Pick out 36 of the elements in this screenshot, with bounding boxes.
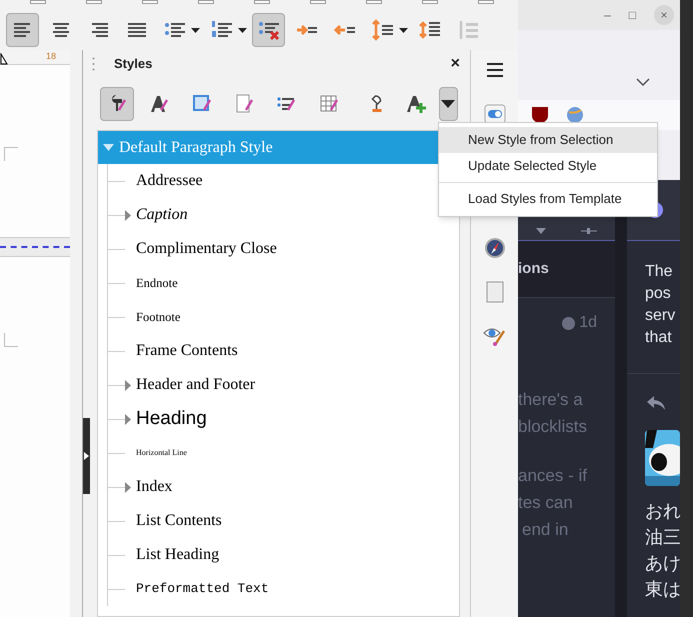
menu-item[interactable]: New Style from Selection (439, 127, 657, 153)
tree-item[interactable]: Footnote (136, 308, 180, 326)
window-button[interactable]: × (654, 5, 674, 25)
tree-item[interactable]: List Heading (136, 543, 220, 567)
ruler-number: 18 (46, 50, 56, 64)
tree-item[interactable]: Endnote (136, 274, 178, 292)
tree-item[interactable]: Heading (136, 404, 207, 434)
tree-item[interactable]: Preformatted Text (136, 579, 269, 599)
tree-item[interactable]: Complimentary Close (136, 237, 277, 261)
post-text: おれ (645, 500, 680, 523)
post-text: あけ (645, 552, 680, 575)
post-text: pos (645, 284, 672, 304)
panel-title: Styles (114, 55, 152, 74)
tree-item[interactable]: Index (136, 475, 172, 499)
section-heading: ions (518, 258, 549, 279)
post-text: that (645, 328, 673, 348)
post-text: 油三 (645, 526, 680, 549)
post-text: tes can (518, 492, 574, 514)
menu-item[interactable]: Load Styles from Template (439, 186, 657, 212)
tree-item[interactable]: Header and Footer (136, 373, 256, 397)
tree-item[interactable]: Caption (136, 203, 188, 227)
post-text: blocklists (518, 416, 588, 438)
post-time: 1d (579, 313, 597, 333)
post-text: 東は (645, 578, 680, 601)
post-text: serv (645, 306, 676, 326)
tree-item[interactable]: Addressee (136, 169, 203, 193)
post-text: there's a (518, 389, 584, 411)
close-button[interactable]: × (450, 52, 460, 76)
post-text: ances - if (518, 465, 588, 487)
post-text: end in (521, 519, 570, 541)
tree-item[interactable]: Frame Contents (136, 339, 238, 363)
tree-item[interactable]: List Contents (136, 509, 222, 533)
window-button[interactable]: □ (628, 6, 636, 24)
post-text: The (645, 262, 674, 282)
tree-item[interactable]: Horizontal Line (136, 447, 187, 459)
window-button[interactable]: – (604, 6, 611, 24)
